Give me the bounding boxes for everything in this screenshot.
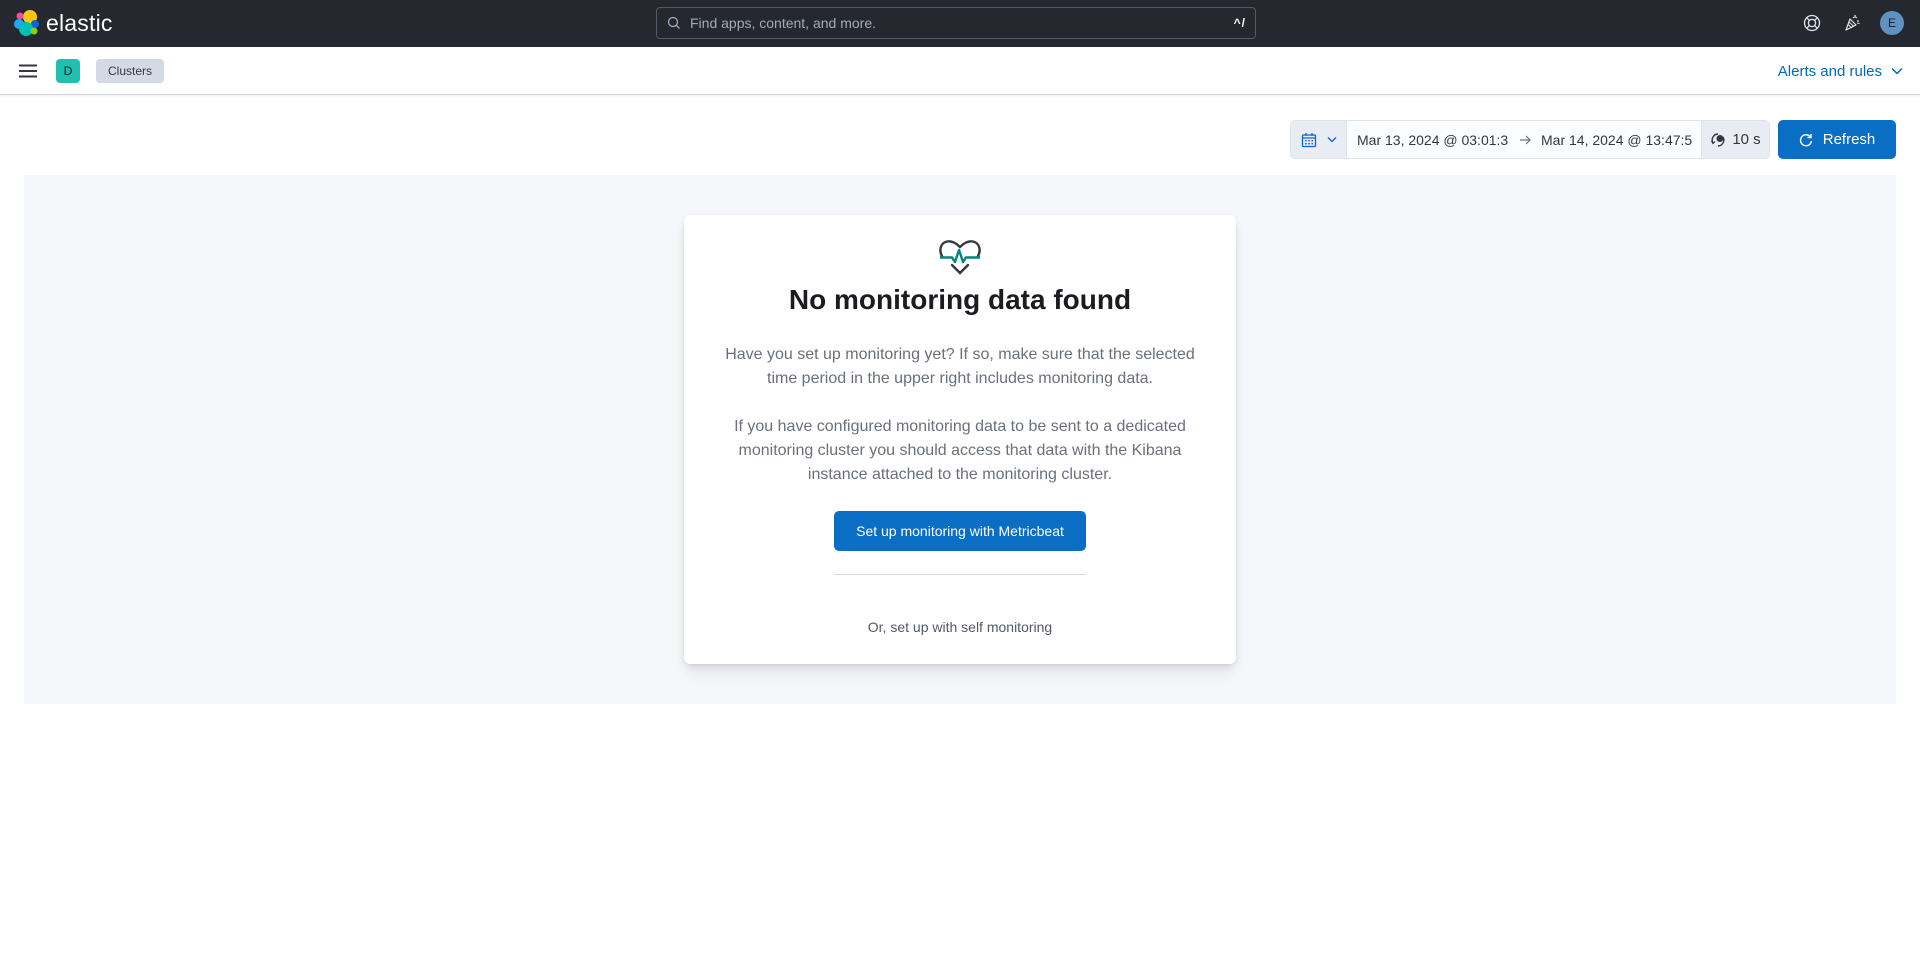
alerts-and-rules-menu[interactable]: Alerts and rules bbox=[1778, 59, 1903, 83]
global-search[interactable]: ^/ bbox=[656, 7, 1256, 39]
global-header: elastic ^/ E bbox=[0, 0, 1920, 47]
arrow-right-icon bbox=[1509, 121, 1541, 158]
empty-state-card: No monitoring data found Have you set up… bbox=[684, 215, 1236, 664]
auto-refresh-icon bbox=[1711, 132, 1725, 147]
menu-toggle-button[interactable] bbox=[16, 59, 40, 83]
chevron-down-icon bbox=[1891, 67, 1903, 75]
whats-new-icon[interactable] bbox=[1840, 11, 1864, 35]
elastic-logo-icon bbox=[14, 10, 39, 36]
empty-state-paragraph: If you have configured monitoring data t… bbox=[734, 418, 1186, 483]
end-date-button[interactable]: Mar 14, 2024 @ 13:47:5 bbox=[1541, 121, 1701, 158]
search-icon bbox=[666, 15, 682, 31]
search-shortcut-hint: ^/ bbox=[1233, 16, 1246, 30]
self-monitoring-link[interactable]: Or, set up with self monitoring bbox=[684, 619, 1236, 635]
refresh-interval-value: 10 s bbox=[1732, 131, 1761, 148]
search-input[interactable] bbox=[690, 15, 1234, 31]
empty-state-body: Have you set up monitoring yet? If so, m… bbox=[708, 343, 1212, 511]
start-date-button[interactable]: Mar 13, 2024 @ 03:01:3 bbox=[1347, 121, 1509, 158]
empty-state-paragraph: Have you set up monitoring yet? If so, m… bbox=[725, 346, 1195, 387]
elastic-logo[interactable]: elastic bbox=[14, 9, 113, 37]
empty-state-title: No monitoring data found bbox=[788, 284, 1132, 315]
help-icon[interactable] bbox=[1800, 11, 1824, 35]
heartbeat-icon bbox=[939, 240, 981, 275]
breadcrumb-clusters: Clusters bbox=[96, 59, 165, 83]
calendar-icon bbox=[1301, 132, 1316, 147]
alerts-and-rules-label: Alerts and rules bbox=[1777, 62, 1882, 80]
divider bbox=[834, 574, 1086, 575]
quick-select-button[interactable] bbox=[1291, 121, 1347, 158]
refresh-button[interactable]: Refresh bbox=[1778, 120, 1896, 159]
refresh-icon bbox=[1799, 133, 1812, 146]
brand-name: elastic bbox=[46, 10, 113, 36]
auto-refresh-interval[interactable]: 10 s bbox=[1701, 121, 1769, 158]
main-content-panel: No monitoring data found Have you set up… bbox=[24, 175, 1896, 704]
refresh-label: Refresh bbox=[1822, 131, 1876, 148]
hamburger-icon bbox=[19, 64, 37, 78]
chevron-down-icon bbox=[1327, 137, 1336, 143]
user-avatar[interactable]: E bbox=[1880, 11, 1904, 35]
date-picker: Mar 13, 2024 @ 03:01:3 Mar 14, 2024 @ 13… bbox=[1290, 120, 1770, 159]
space-selector[interactable]: D bbox=[56, 59, 80, 83]
app-header: D Clusters Alerts and rules bbox=[0, 47, 1920, 95]
setup-metricbeat-button[interactable]: Set up monitoring with Metricbeat bbox=[834, 511, 1086, 551]
